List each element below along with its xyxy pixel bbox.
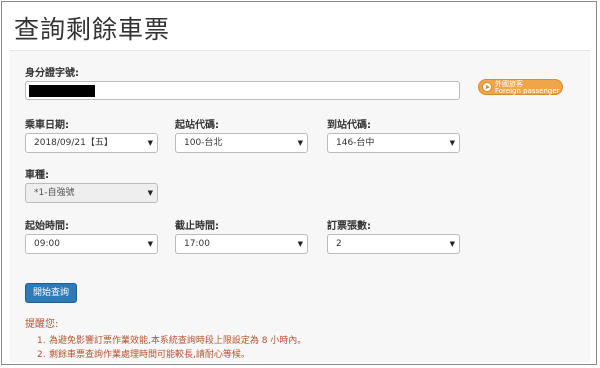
caret-down-icon: ▼	[449, 139, 455, 147]
reminder-list: 1. 為避免影響訂票作業效能,本系統查詢時段上限設定為 8 小時內。 2. 剩餘車票…	[37, 334, 306, 362]
reminder-item-text: 為避免影響訂票作業效能,本系統查詢時段上限設定為 8 小時內。	[49, 336, 307, 346]
to-station-label: 到站代碼:	[327, 120, 371, 131]
from-station-value: 100-台北	[184, 138, 223, 148]
date-value: 2018/09/21【五】	[34, 138, 113, 148]
train-type-value: *1-自強號	[34, 188, 75, 198]
reminder-title: 提醒您:	[25, 319, 59, 330]
page-frame: 查詢剩餘車票 身分證字號: 外國旅客 Foreign passenger 乘車日…	[1, 1, 597, 365]
date-label: 乘車日期:	[25, 120, 69, 131]
end-time-value: 17:00	[184, 239, 210, 249]
caret-down-icon: ▼	[147, 189, 153, 197]
reminder-item-number: 1.	[37, 336, 46, 346]
from-station-select[interactable]: 100-台北 ▼	[175, 133, 308, 153]
caret-down-icon: ▼	[147, 139, 153, 147]
start-time-select[interactable]: 09:00 ▼	[25, 234, 158, 254]
redacted-id-value	[29, 85, 95, 97]
page-title: 查詢剩餘車票	[14, 15, 171, 44]
id-number-input[interactable]	[25, 81, 460, 100]
train-type-label: 車種:	[25, 170, 49, 181]
date-select[interactable]: 2018/09/21【五】 ▼	[25, 133, 158, 153]
play-circle-icon	[482, 82, 492, 92]
end-time-select[interactable]: 17:00 ▼	[175, 234, 308, 254]
foreign-passenger-label-en: Foreign passenger	[495, 87, 560, 95]
caret-down-icon: ▼	[297, 139, 303, 147]
reminder-item: 1. 為避免影響訂票作業效能,本系統查詢時段上限設定為 8 小時內。	[37, 334, 306, 348]
ticket-count-label: 訂票張數:	[327, 221, 371, 232]
caret-down-icon: ▼	[147, 240, 153, 248]
reminder-item-text: 剩餘車票查詢作業處理時間可能較長,請耐心等候。	[49, 350, 250, 360]
foreign-passenger-button[interactable]: 外國旅客 Foreign passenger	[478, 79, 563, 95]
ticket-count-select[interactable]: 2 ▼	[327, 234, 460, 254]
from-station-label: 起站代碼:	[175, 120, 219, 131]
to-station-value: 146-台中	[336, 138, 375, 148]
reminder-item: 2. 剩餘車票查詢作業處理時間可能較長,請耐心等候。	[37, 348, 306, 362]
caret-down-icon: ▼	[449, 240, 455, 248]
to-station-select[interactable]: 146-台中 ▼	[327, 133, 460, 153]
end-time-label: 截止時間:	[175, 221, 219, 232]
ticket-count-value: 2	[336, 239, 342, 249]
start-time-value: 09:00	[34, 239, 60, 249]
id-number-label: 身分證字號:	[25, 68, 79, 79]
train-type-select[interactable]: *1-自強號 ▼	[25, 183, 158, 203]
start-search-button[interactable]: 開始查詢	[25, 283, 77, 303]
start-time-label: 起始時間:	[25, 221, 69, 232]
caret-down-icon: ▼	[297, 240, 303, 248]
reminder-item-number: 2.	[37, 350, 46, 360]
